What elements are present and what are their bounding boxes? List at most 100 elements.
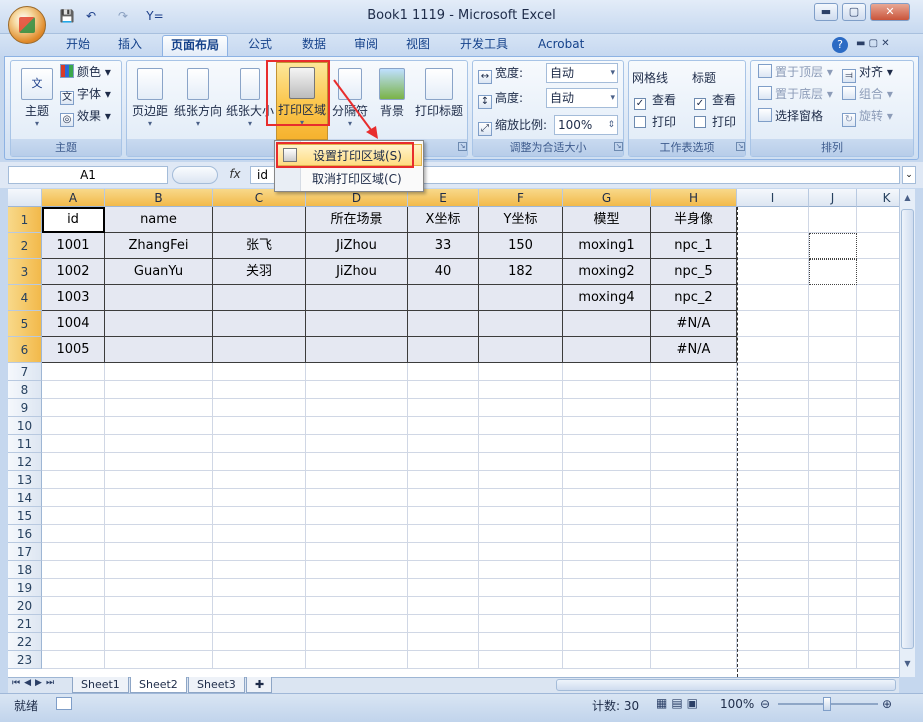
cell-e20[interactable] — [408, 597, 479, 615]
scroll-up-icon[interactable]: ▲ — [901, 193, 914, 207]
cell-g19[interactable] — [563, 579, 651, 597]
cell-h10[interactable] — [651, 417, 737, 435]
office-button[interactable] — [8, 6, 46, 44]
cell-k11[interactable] — [857, 435, 899, 453]
sheet-options-launcher-icon[interactable]: ↘ — [736, 142, 745, 151]
cell-g12[interactable] — [563, 453, 651, 471]
cell-j9[interactable] — [809, 399, 857, 417]
scale-spinner[interactable]: 100% ⇕ — [554, 115, 618, 135]
cell-j16[interactable] — [809, 525, 857, 543]
cell-a16[interactable] — [42, 525, 105, 543]
cell-f6[interactable] — [479, 337, 563, 363]
cell-e12[interactable] — [408, 453, 479, 471]
cell-b15[interactable] — [105, 507, 213, 525]
cell-g13[interactable] — [563, 471, 651, 489]
cell-c7[interactable] — [213, 363, 306, 381]
cell-d13[interactable] — [306, 471, 408, 489]
cell-d9[interactable] — [306, 399, 408, 417]
cell-f22[interactable] — [479, 633, 563, 651]
cell-j13[interactable] — [809, 471, 857, 489]
cell-c23[interactable] — [213, 651, 306, 669]
cell-j18[interactable] — [809, 561, 857, 579]
cell-i17[interactable] — [737, 543, 809, 561]
cell-c3[interactable]: 关羽 — [213, 259, 306, 285]
cell-b10[interactable] — [105, 417, 213, 435]
cell-j1[interactable] — [809, 207, 857, 233]
group-button[interactable]: 组合 ▾ — [842, 84, 893, 104]
cell-a20[interactable] — [42, 597, 105, 615]
cell-d5[interactable] — [306, 311, 408, 337]
cell-a3[interactable]: 1002 — [42, 259, 105, 285]
cell-k6[interactable] — [857, 337, 899, 363]
formula-bar-slider[interactable] — [172, 166, 218, 184]
cell-g17[interactable] — [563, 543, 651, 561]
cell-b6[interactable] — [105, 337, 213, 363]
cell-k18[interactable] — [857, 561, 899, 579]
worksheet-grid[interactable]: ABCDEFGHIJK 1 2 3 4 5 6 7 8 9 10 11 12 13 14 15 16 17 18 1… — [8, 189, 899, 677]
cell-j10[interactable] — [809, 417, 857, 435]
cell-f18[interactable] — [479, 561, 563, 579]
cell-j2[interactable] — [809, 233, 857, 259]
cell-c11[interactable] — [213, 435, 306, 453]
cell-j21[interactable] — [809, 615, 857, 633]
sheet-tab-3[interactable]: Sheet3 — [188, 677, 245, 693]
maximize-button[interactable]: ▢ — [842, 3, 866, 21]
cell-e23[interactable] — [408, 651, 479, 669]
cell-i4[interactable] — [737, 285, 809, 311]
cell-h8[interactable] — [651, 381, 737, 399]
fonts-button[interactable]: 文字体 ▾ — [60, 84, 111, 105]
cell-g8[interactable] — [563, 381, 651, 399]
cell-f3[interactable]: 182 — [479, 259, 563, 285]
cell-a15[interactable] — [42, 507, 105, 525]
row-header-20[interactable]: 20 — [8, 597, 42, 615]
cell-i7[interactable] — [737, 363, 809, 381]
cell-f10[interactable] — [479, 417, 563, 435]
cell-a21[interactable] — [42, 615, 105, 633]
cell-e19[interactable] — [408, 579, 479, 597]
scroll-down-icon[interactable]: ▼ — [901, 659, 914, 673]
cell-d1[interactable]: 所在场景 — [306, 207, 408, 233]
cell-h13[interactable] — [651, 471, 737, 489]
cell-e2[interactable]: 33 — [408, 233, 479, 259]
row-header-14[interactable]: 14 — [8, 489, 42, 507]
cell-c5[interactable] — [213, 311, 306, 337]
cell-e11[interactable] — [408, 435, 479, 453]
name-box[interactable]: A1 — [8, 166, 168, 184]
cell-i5[interactable] — [737, 311, 809, 337]
cell-b20[interactable] — [105, 597, 213, 615]
cell-i19[interactable] — [737, 579, 809, 597]
cell-j22[interactable] — [809, 633, 857, 651]
cell-d18[interactable] — [306, 561, 408, 579]
cell-e1[interactable]: X坐标 — [408, 207, 479, 233]
cell-d3[interactable]: JiZhou — [306, 259, 408, 285]
row-header-21[interactable]: 21 — [8, 615, 42, 633]
cell-d20[interactable] — [306, 597, 408, 615]
sheet-tab-1[interactable]: Sheet1 — [72, 677, 129, 693]
tab-formulas[interactable]: 公式 — [240, 35, 280, 56]
cell-h5[interactable]: #N/A — [651, 311, 737, 337]
cell-i12[interactable] — [737, 453, 809, 471]
cell-i3[interactable] — [737, 259, 809, 285]
cell-g1[interactable]: 模型 — [563, 207, 651, 233]
zoom-slider-thumb[interactable] — [823, 697, 831, 711]
cell-a10[interactable] — [42, 417, 105, 435]
cell-g20[interactable] — [563, 597, 651, 615]
cell-f5[interactable] — [479, 311, 563, 337]
cell-a4[interactable]: 1003 — [42, 285, 105, 311]
cell-e5[interactable] — [408, 311, 479, 337]
cell-g6[interactable] — [563, 337, 651, 363]
cell-f1[interactable]: Y坐标 — [479, 207, 563, 233]
cell-k14[interactable] — [857, 489, 899, 507]
cell-h7[interactable] — [651, 363, 737, 381]
row-header-22[interactable]: 22 — [8, 633, 42, 651]
cell-k4[interactable] — [857, 285, 899, 311]
select-all-corner[interactable] — [8, 189, 42, 207]
cell-h21[interactable] — [651, 615, 737, 633]
cell-f15[interactable] — [479, 507, 563, 525]
cell-i14[interactable] — [737, 489, 809, 507]
cell-c20[interactable] — [213, 597, 306, 615]
cell-a12[interactable] — [42, 453, 105, 471]
cell-e17[interactable] — [408, 543, 479, 561]
cell-e10[interactable] — [408, 417, 479, 435]
cell-h4[interactable]: npc_2 — [651, 285, 737, 311]
